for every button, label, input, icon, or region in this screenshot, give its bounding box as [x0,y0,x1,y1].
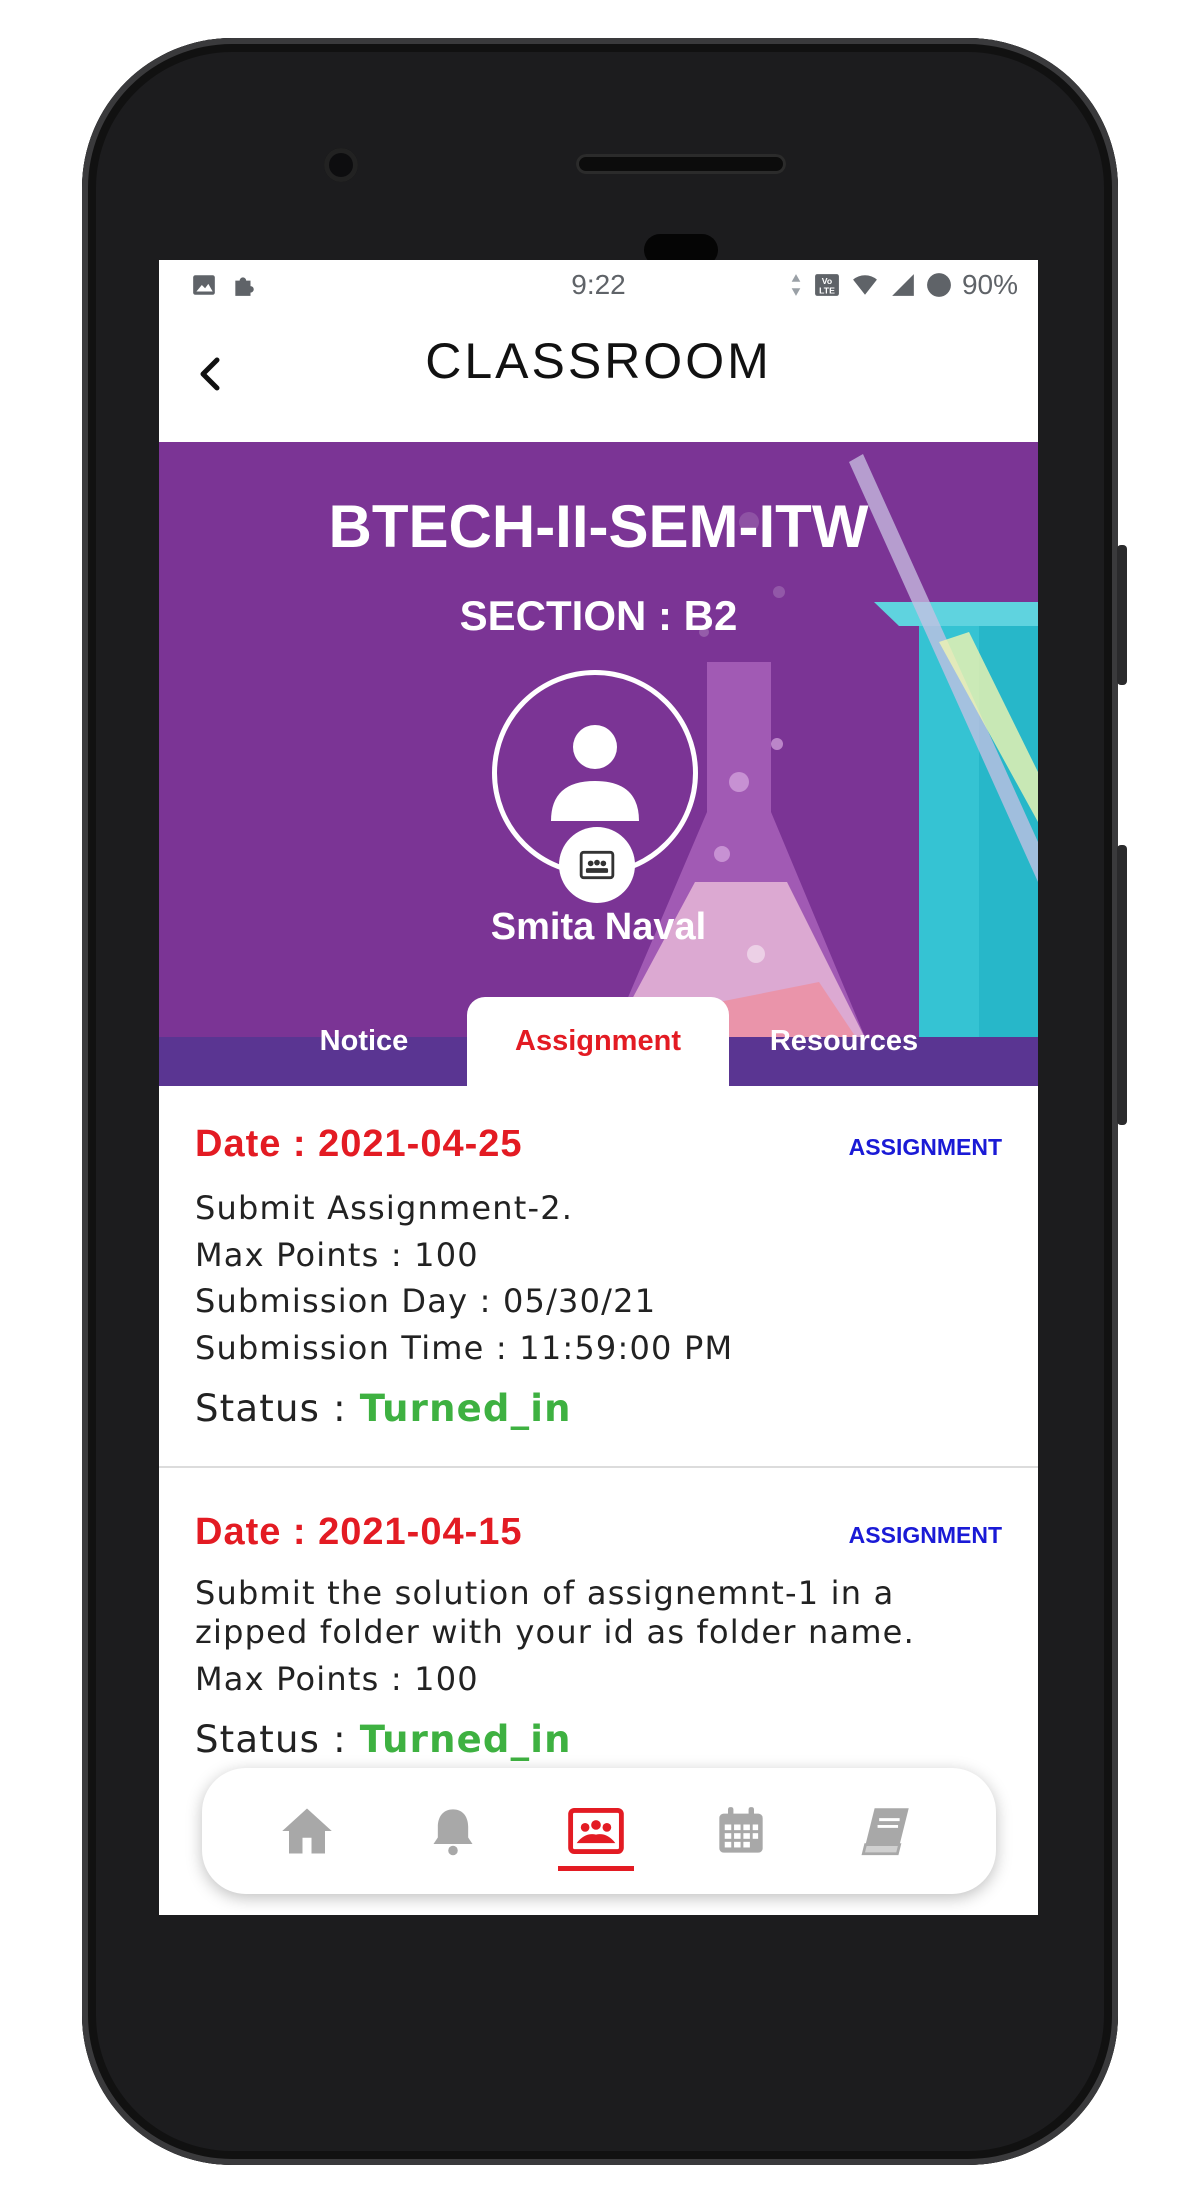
assignment-date: Date : 2021-04-25 [195,1123,523,1165]
class-name: BTECH-II-SEM-ITW [328,493,869,560]
max-points: Max Points : 100 [195,1660,479,1698]
signal-icon [892,274,914,296]
home-icon [282,1808,332,1854]
tab-assignment[interactable]: Assignment [467,997,729,1086]
assignment-description: Submit the solution of assignemnt-1 in a [195,1574,895,1612]
assignment-type-badge: ASSIGNMENT [848,1522,1002,1548]
power-button [1117,845,1127,1125]
assignment-card[interactable]: Date : 2021-04-25 ASSIGNMENT Submit Assi… [159,1086,1038,1471]
assignment-description: Submit Assignment-2. [195,1189,574,1227]
assignment-type-badge: ASSIGNMENT [848,1134,1002,1160]
battery-icon [927,273,951,297]
nav-calendar[interactable] [686,1768,796,1894]
assignment-date: Date : 2021-04-15 [195,1511,523,1553]
classroom-icon [568,1808,624,1854]
volte-icon: VoLTE [815,274,839,296]
bottom-nav [202,1768,996,1894]
app-bar: CLASSROOM [159,310,1038,422]
status-bar: 9:22 Vo LTE 90% [159,260,1038,310]
status-label: Status : [195,1387,360,1430]
svg-text:Vo: Vo [822,276,832,286]
data-arrows-icon [791,274,801,296]
calendar-icon [719,1807,763,1853]
svg-text:LTE: LTE [819,286,835,296]
battery-percent: 90% [961,269,1018,300]
page-title: CLASSROOM [425,333,772,389]
earpiece-speaker [576,154,786,174]
nav-books[interactable] [831,1768,941,1894]
max-points: Max Points : 100 [195,1236,479,1274]
section-label: SECTION : B2 [459,592,738,639]
submission-time: Submission Time : 11:59:00 PM [195,1329,734,1367]
status-value: Turned_in [359,1718,572,1761]
wifi-icon [853,275,877,295]
status-value: Turned_in [359,1387,572,1430]
nav-home[interactable] [252,1768,362,1894]
front-camera [324,148,358,182]
classroom-badge [559,827,635,903]
assignment-status: Status : Turned_in [195,1387,572,1430]
assignment-status: Status : Turned_in [195,1718,572,1761]
submission-day: Submission Day : 05/30/21 [195,1282,657,1320]
app-screen: 9:22 Vo LTE 90% CLASSROOM BTECH-II-SEM-I… [159,260,1038,1915]
volume-button [1117,545,1127,685]
bell-icon [433,1809,473,1856]
book-icon [861,1808,909,1856]
assignment-card[interactable]: Date : 2021-04-15 ASSIGNMENT Submit the … [159,1468,1038,1761]
assignment-description-cont: zipped folder with your id as folder nam… [195,1613,915,1651]
tab-notice[interactable]: Notice [233,997,495,1086]
active-nav-indicator [558,1866,634,1871]
nav-notifications[interactable] [398,1768,508,1894]
classroom-icon [579,850,615,880]
tab-resources[interactable]: Resources [713,997,975,1086]
nav-classroom[interactable] [541,1768,651,1894]
class-header-banner: BTECH-II-SEM-ITW SECTION : B2 Smita Nava… [159,442,1038,1086]
status-label: Status : [195,1718,360,1761]
teacher-name: Smita Naval [490,906,707,948]
